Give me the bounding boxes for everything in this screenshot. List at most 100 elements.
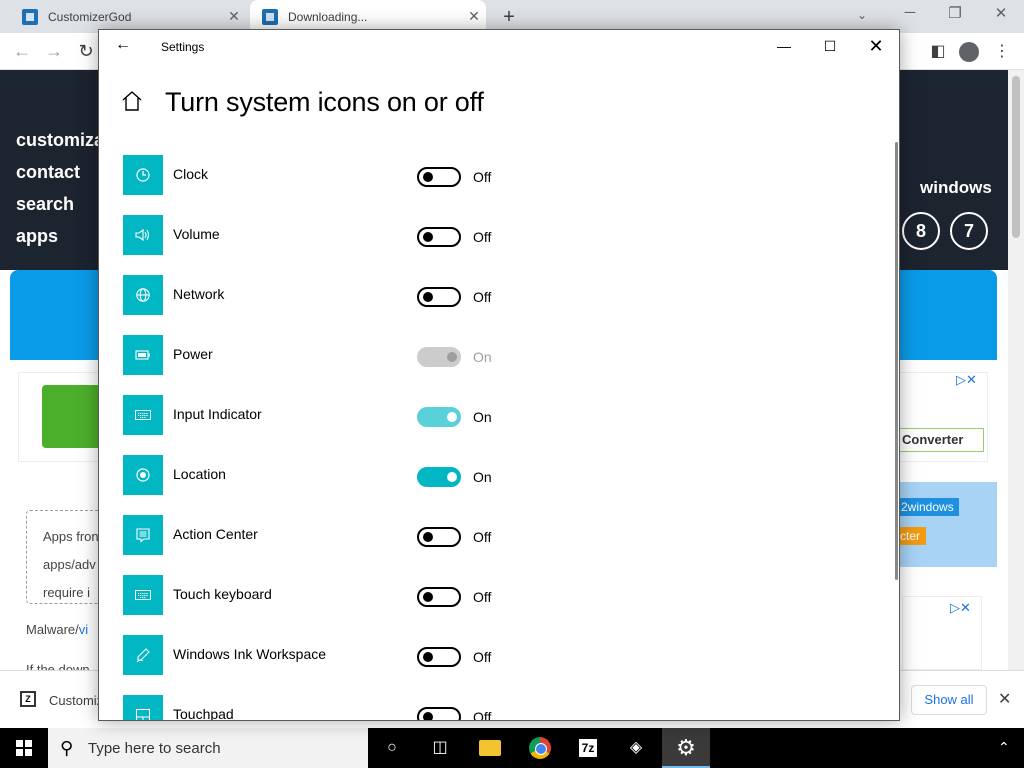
list-item-volume: Volume Off [123, 215, 863, 275]
list-item-touch-keyboard: Touch keyboard Off [123, 575, 863, 635]
location-toggle[interactable] [417, 467, 461, 487]
page-scrollbar[interactable] [1008, 70, 1024, 670]
settings-minimize-button[interactable]: — [761, 30, 807, 62]
back-arrow-icon[interactable]: ← [113, 36, 133, 54]
list-item-action-center: Action Center Off [123, 515, 863, 575]
download-bar-close-icon[interactable]: ✕ [998, 689, 1011, 709]
browser-menu-icon[interactable]: ⋮ [990, 41, 1014, 61]
new-tab-button[interactable]: + [498, 6, 520, 29]
windows-8-button[interactable]: 8 [902, 212, 940, 250]
nav-link-contact[interactable]: contact [16, 156, 110, 188]
tab-search-chevron-icon[interactable]: ⌄ [847, 8, 877, 22]
item-label: Touchpad [173, 706, 234, 721]
nav-link-search[interactable]: search [16, 188, 110, 220]
taskbar-search-box[interactable]: ⚲ Type here to search [48, 728, 368, 768]
toggle-state: Off [473, 169, 492, 185]
item-label: Power [173, 346, 213, 362]
windows-7-button[interactable]: 7 [950, 212, 988, 250]
location-icon [123, 455, 163, 495]
action-center-toggle[interactable] [417, 527, 461, 547]
apps-notice-line: apps/adv [43, 557, 96, 572]
nav-link-customization[interactable]: customizat [16, 124, 110, 156]
download-item-name[interactable]: Customiz [49, 693, 103, 708]
download-file-icon: Z [20, 691, 36, 707]
settings-scrollbar[interactable] [895, 142, 898, 580]
item-label: Clock [173, 166, 209, 182]
browser-restore-button[interactable]: ❐ [940, 4, 970, 22]
home-icon[interactable] [121, 90, 143, 112]
show-all-button[interactable]: Show all [911, 685, 987, 715]
page-scrollbar-thumb[interactable] [1012, 76, 1020, 238]
malware-link[interactable]: vi [79, 622, 88, 637]
malware-label: Malware/ [26, 622, 79, 637]
toggle-state: Off [473, 709, 492, 721]
volume-icon [123, 215, 163, 255]
apps-notice-line: Apps fron [43, 529, 99, 544]
settings-titlebar: ← Settings — ☐ ✕ [99, 30, 899, 62]
toggle-state: Off [473, 229, 492, 245]
browser-close-button[interactable]: ✕ [986, 4, 1016, 22]
system-icons-list: Clock Off Volume Off Network Off Power O… [123, 155, 863, 721]
page-title: Turn system icons on or off [165, 87, 484, 117]
tab-close-icon[interactable]: ✕ [222, 8, 246, 25]
browser-minimize-button[interactable]: ─ [895, 4, 925, 21]
list-item-windows-ink-workspace: Windows Ink Workspace Off [123, 635, 863, 695]
touchpad-icon [123, 695, 163, 720]
power-toggle [417, 347, 461, 367]
seven-zip-icon[interactable]: 7z [564, 728, 612, 768]
touch-keyboard-icon [123, 575, 163, 615]
toggle-state: Off [473, 589, 492, 605]
reload-icon[interactable]: ↻ [74, 41, 98, 62]
item-label: Location [173, 466, 226, 482]
item-label: Volume [173, 226, 220, 242]
item-label: Touch keyboard [173, 586, 272, 602]
tag-2windows[interactable]: 2windows [896, 498, 959, 516]
search-icon: ⚲ [60, 738, 74, 758]
site-favicon-icon [22, 8, 38, 25]
site-nav: customizat contact search apps [16, 124, 110, 252]
tab-close-icon[interactable]: ✕ [462, 8, 486, 25]
keyboard-icon [123, 395, 163, 435]
action-center-icon [123, 515, 163, 555]
show-hidden-icons-chevron-icon[interactable]: ⌃ [998, 739, 1010, 756]
network-icon [123, 275, 163, 315]
back-arrow-icon[interactable]: ← [10, 41, 34, 62]
windows-logo-icon [16, 740, 32, 756]
settings-window-title: Settings [161, 40, 205, 54]
chrome-icon[interactable] [516, 728, 564, 768]
if-the-download-text: If the down [26, 662, 90, 670]
malware-text: Malware/vi [26, 622, 88, 637]
toggle-state: Off [473, 529, 492, 545]
start-button[interactable] [0, 728, 48, 768]
nav-link-apps[interactable]: apps [16, 220, 110, 252]
toggle-state: On [473, 349, 492, 365]
forward-arrow-icon[interactable]: → [42, 41, 66, 62]
item-label: Input Indicator [173, 406, 262, 422]
taskbar-search-placeholder: Type here to search [88, 740, 221, 757]
apps-notice-line: require i [43, 585, 90, 600]
volume-toggle[interactable] [417, 227, 461, 247]
settings-close-button[interactable]: ✕ [853, 30, 899, 62]
cortana-icon[interactable]: ○ [368, 728, 416, 768]
converter-button[interactable]: Converter [896, 428, 984, 452]
input-indicator-toggle[interactable] [417, 407, 461, 427]
touch-keyboard-toggle[interactable] [417, 587, 461, 607]
item-label: Network [173, 286, 225, 302]
list-item-power: Power On [123, 335, 863, 395]
sidebar-panel-icon[interactable]: ◧ [926, 41, 950, 61]
windows-ink-workspace-toggle[interactable] [417, 647, 461, 667]
task-view-icon[interactable]: ◫ [416, 728, 464, 768]
touchpad-toggle[interactable] [417, 707, 461, 720]
toggle-state: On [473, 409, 492, 425]
settings-gear-icon[interactable]: ⚙ [662, 728, 710, 768]
file-explorer-icon[interactable] [466, 728, 514, 768]
clock-toggle[interactable] [417, 167, 461, 187]
network-toggle[interactable] [417, 287, 461, 307]
tab-label: Downloading... [288, 9, 368, 24]
ad-choices-icon[interactable]: ▷✕ [956, 372, 977, 388]
site-favicon-icon [262, 8, 278, 25]
app-icon[interactable]: ◈ [612, 728, 660, 768]
settings-maximize-button[interactable]: ☐ [807, 30, 853, 62]
ad-choices-icon[interactable]: ▷✕ [950, 600, 971, 616]
profile-avatar-icon[interactable] [959, 42, 979, 62]
